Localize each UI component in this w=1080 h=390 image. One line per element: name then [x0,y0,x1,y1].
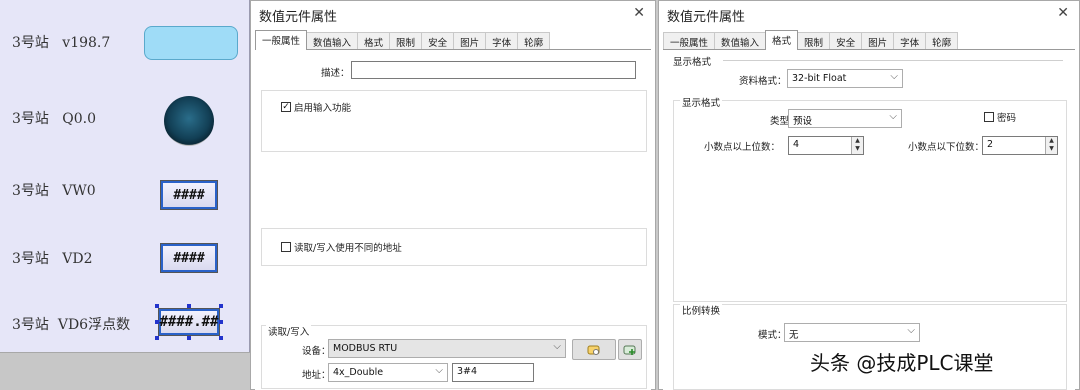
group-divider [723,60,1063,61]
display-group: 显示格式 类型： 预设 ⌵ 密码 小数点以上位数： 4 ▲ ▼ 小数点以下位数： 2… [673,95,1067,302]
numeric-display-vd6[interactable]: ####.## [158,308,220,336]
frac-digits-input[interactable]: 2 ▲ ▼ [982,136,1058,155]
tab-outline[interactable]: 轮廓 [517,32,551,50]
enable-input-checkbox[interactable]: ✓ [281,102,291,112]
tab-strip: 一般属性 数值输入 格式 限制 安全 图片 字体 轮廓 [255,30,551,50]
station-label-4: 3号站 VD2 [12,251,93,267]
tab-numeric-input[interactable]: 数值输入 [306,32,359,50]
tab-format[interactable]: 格式 [357,32,391,50]
spin-arrows-icon[interactable]: ▲ ▼ [1045,137,1057,154]
selection-handle[interactable] [187,336,191,340]
int-digits-input[interactable]: 4 ▲ ▼ [788,136,864,155]
station-label-5: 3号站 VD6浮点数 [12,317,131,333]
title-bar: 数值元件属性 ✕ [251,1,655,27]
selection-handle[interactable] [219,304,223,308]
rw-address-group: 读取/写入使用不同的地址 [261,228,647,266]
chevron-down-icon: ⌵ [553,341,561,352]
input-group: ✓ 启用输入功能 [261,90,647,152]
numeric-properties-dialog-general: 数值元件属性 ✕ 一般属性 数值输入 格式 限制 安全 图片 字体 轮廓 描述：… [250,0,656,390]
tab-panel-format: 显示格式 资料格式： 32-bit Float ⌵ 显示格式 类型： 预设 ⌵ 密码… [663,49,1075,390]
password-label: 密码 [997,113,1017,124]
tab-panel-general: 描述： ✓ 启用输入功能 读取/写入使用不同的地址 读取/写入 设备： MODB… [255,49,651,390]
address-input[interactable]: 3#4 [452,363,534,382]
selection-handle[interactable] [155,320,159,324]
station-label-1: 3号站 v198.7 [12,35,111,51]
data-format-select[interactable]: 32-bit Float ⌵ [787,69,903,88]
chevron-down-icon: ⌵ [890,71,898,82]
device-label: 设备： [302,346,331,357]
description-input[interactable] [351,61,636,79]
add-device-button[interactable] [618,339,642,360]
device-settings-button[interactable] [572,339,616,360]
password-checkbox[interactable] [984,112,994,122]
bit-indicator-blue[interactable] [144,26,238,60]
selection-handle[interactable] [219,336,223,340]
numeric-properties-dialog-format: 数值元件属性 ✕ 一般属性 数值输入 格式 限制 安全 图片 字体 轮廓 显示格… [658,0,1080,390]
type-select[interactable]: 预设 ⌵ [788,109,902,128]
hmi-canvas-footer [0,352,250,390]
selection-handle[interactable] [155,304,159,308]
station-label-2: 3号站 Q0.0 [12,111,97,127]
int-digits-label: 小数点以上位数： [704,142,781,153]
rw-group-label: 读取/写入 [266,324,312,338]
watermark: 头条 @技成PLC课堂 [810,351,994,375]
description-label: 描述： [321,68,350,79]
tab-picture[interactable]: 图片 [453,32,487,50]
tab-picture[interactable]: 图片 [861,32,895,50]
tab-strip: 一般属性 数值输入 格式 限制 安全 图片 字体 轮廓 [663,30,959,50]
address-label: 地址： [302,370,331,381]
chevron-down-icon: ⌵ [889,111,897,122]
dialog-title: 数值元件属性 [259,10,338,25]
rw-diff-label: 读取/写入使用不同的地址 [294,243,402,254]
display-group-label: 显示格式 [680,95,723,109]
tab-general[interactable]: 一般属性 [255,30,308,50]
numeric-display-vw0[interactable]: #### [160,180,218,210]
address-type-select[interactable]: 4x_Double ⌵ [328,363,448,382]
rw-diff-checkbox[interactable] [281,242,291,252]
selection-handle[interactable] [219,320,223,324]
tab-general[interactable]: 一般属性 [663,32,716,50]
tab-font[interactable]: 字体 [893,32,927,50]
title-bar: 数值元件属性 ✕ [659,1,1079,27]
dialog-title: 数值元件属性 [667,10,746,25]
tab-limits[interactable]: 限制 [389,32,423,50]
spin-arrows-icon[interactable]: ▲ ▼ [851,137,863,154]
tab-limits[interactable]: 限制 [797,32,831,50]
chevron-down-icon: ⌵ [907,325,915,336]
tab-security[interactable]: 安全 [829,32,863,50]
display-format-group-label: 显示格式 [673,57,712,68]
tab-font[interactable]: 字体 [485,32,519,50]
device-select[interactable]: MODBUS RTU ⌵ [328,339,566,358]
tab-outline[interactable]: 轮廓 [925,32,959,50]
frac-digits-label: 小数点以下位数： [908,142,985,153]
tab-security[interactable]: 安全 [421,32,455,50]
station-label-3: 3号站 VW0 [12,183,96,199]
add-device-icon [623,345,636,355]
tab-numeric-input[interactable]: 数值输入 [714,32,767,50]
selection-handle[interactable] [187,304,191,308]
tab-format[interactable]: 格式 [765,30,799,50]
rw-group: 读取/写入 设备： MODBUS RTU ⌵ 地址： 4x_Double ⌵ 3#4 [261,324,647,389]
close-icon[interactable]: ✕ [633,5,645,21]
chevron-down-icon: ⌵ [435,365,443,376]
selection-handle[interactable] [155,336,159,340]
data-format-label: 资料格式： [739,76,787,87]
close-icon[interactable]: ✕ [1057,5,1069,21]
numeric-display-vd2[interactable]: #### [160,243,218,273]
enable-input-label: 启用输入功能 [294,103,352,114]
device-settings-icon [587,345,600,355]
mode-select[interactable]: 无 ⌵ [784,323,920,342]
mode-label: 模式： [758,330,787,341]
scale-group-label: 比例转换 [680,303,723,317]
pilot-lamp[interactable] [164,96,214,146]
